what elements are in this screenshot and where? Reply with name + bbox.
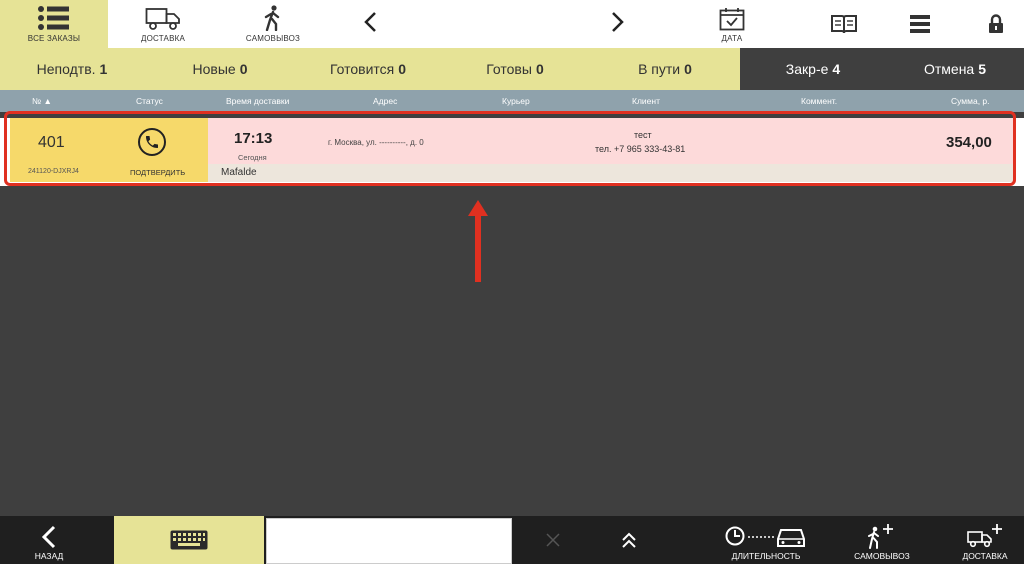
sort-up-icon: ▲ xyxy=(43,96,52,106)
column-number-header[interactable]: № ▲ xyxy=(32,96,52,106)
arrow-up-annotation-icon xyxy=(468,200,488,282)
filter-label: Закр-е xyxy=(785,61,829,77)
filter-count: 5 xyxy=(978,61,987,77)
filter-count: 1 xyxy=(99,61,108,77)
filter-label: Неподтв. xyxy=(36,61,96,77)
lock-button[interactable] xyxy=(976,2,1016,46)
walking-person-plus-icon xyxy=(868,524,893,549)
filter-on-the-way[interactable]: В пути 0 xyxy=(590,48,740,90)
keyboard-button[interactable] xyxy=(114,516,264,564)
delivery-label: ДОСТАВКА xyxy=(140,34,186,43)
prev-button[interactable] xyxy=(350,0,390,44)
filter-count: 0 xyxy=(535,61,544,77)
back-button[interactable]: НАЗАД xyxy=(24,516,74,564)
chevron-left-icon xyxy=(41,525,56,549)
duration-label: ДЛИТЕЛЬНОСТЬ xyxy=(731,551,801,561)
truck-icon xyxy=(145,8,180,30)
column-client-header: Клиент xyxy=(632,96,660,106)
keyboard-icon xyxy=(170,530,208,550)
new-pickup-button[interactable]: САМОВЫВОЗ xyxy=(850,516,914,564)
search-input[interactable] xyxy=(266,518,512,564)
truck-plus-icon xyxy=(967,524,1002,548)
hamburger-icon xyxy=(910,15,930,33)
filter-label: В пути xyxy=(638,61,681,77)
chevron-left-icon xyxy=(364,12,376,32)
close-icon xyxy=(546,533,560,547)
pickup-label: САМОВЫВОЗ xyxy=(245,34,301,43)
book-icon xyxy=(831,15,857,34)
status-filter-bar: Неподтв. 1 Новые 0 Готовится 0 Готовы 0 В пу… xyxy=(0,48,1024,90)
column-comment-header: Коммент. xyxy=(801,96,838,106)
column-label: № xyxy=(32,96,42,106)
chevron-right-icon xyxy=(612,12,624,32)
next-button[interactable] xyxy=(598,0,638,44)
filter-cancelled[interactable]: Отмена 5 xyxy=(886,48,1024,90)
column-sum-header: Сумма, р. xyxy=(951,96,990,106)
menu-book-button[interactable] xyxy=(822,2,866,46)
column-address-header: Адрес xyxy=(373,96,398,106)
filter-label: Готовится xyxy=(329,61,395,77)
scroll-to-top-button[interactable] xyxy=(616,516,642,564)
filter-count: 0 xyxy=(684,61,692,77)
calendar-icon xyxy=(719,8,745,31)
column-status-header: Статус xyxy=(136,96,163,106)
filter-label: Готовы xyxy=(486,61,532,77)
column-time-header: Время доставки xyxy=(226,96,290,106)
filter-label: Новые xyxy=(192,61,236,77)
clock-car-icon xyxy=(725,526,805,547)
filter-closed[interactable]: Закр-е 4 xyxy=(740,48,886,90)
list-icon xyxy=(38,6,69,30)
all-orders-button[interactable]: ВСЕ ЗАКАЗЫ xyxy=(0,0,108,48)
clear-button[interactable] xyxy=(540,516,566,564)
new-pickup-label: САМОВЫВОЗ xyxy=(854,551,910,561)
filter-count: 4 xyxy=(832,61,841,77)
bottom-toolbar: НАЗАД ДЛИТЕЛЬНОСТЬ САМОВЫВОЗ ДОСТАВКА xyxy=(0,516,1024,564)
filter-new[interactable]: Новые 0 xyxy=(144,48,296,90)
walking-person-icon xyxy=(264,5,280,31)
filter-count: 0 xyxy=(398,61,407,77)
filter-ready[interactable]: Готовы 0 xyxy=(440,48,590,90)
date-button[interactable]: ДАТА xyxy=(698,0,766,48)
filter-label: Отмена xyxy=(923,61,975,77)
date-label: ДАТА xyxy=(721,34,743,43)
hamburger-menu-button[interactable] xyxy=(900,2,940,46)
column-courier-header: Курьер xyxy=(502,96,530,106)
delivery-tab[interactable]: ДОСТАВКА xyxy=(110,0,216,48)
orders-column-header: № ▲ Статус Время доставки Адрес Курьер К… xyxy=(0,90,1024,112)
new-delivery-button[interactable]: ДОСТАВКА xyxy=(956,516,1014,564)
filter-cooking[interactable]: Готовится 0 xyxy=(296,48,440,90)
top-toolbar: ВСЕ ЗАКАЗЫ ДОСТАВКА САМОВЫВОЗ ДАТА xyxy=(0,0,1024,48)
duration-button[interactable]: ДЛИТЕЛЬНОСТЬ xyxy=(722,516,810,564)
filter-unconfirmed[interactable]: Неподтв. 1 xyxy=(0,48,144,90)
filter-count: 0 xyxy=(239,61,248,77)
new-delivery-label: ДОСТАВКА xyxy=(962,551,1008,561)
lock-icon xyxy=(989,14,1003,33)
pickup-tab[interactable]: САМОВЫВОЗ xyxy=(220,0,326,48)
highlight-annotation-box xyxy=(4,111,1016,186)
back-label: НАЗАД xyxy=(34,551,64,561)
double-chevron-up-icon xyxy=(622,532,636,548)
all-orders-label: ВСЕ ЗАКАЗЫ xyxy=(27,34,81,43)
